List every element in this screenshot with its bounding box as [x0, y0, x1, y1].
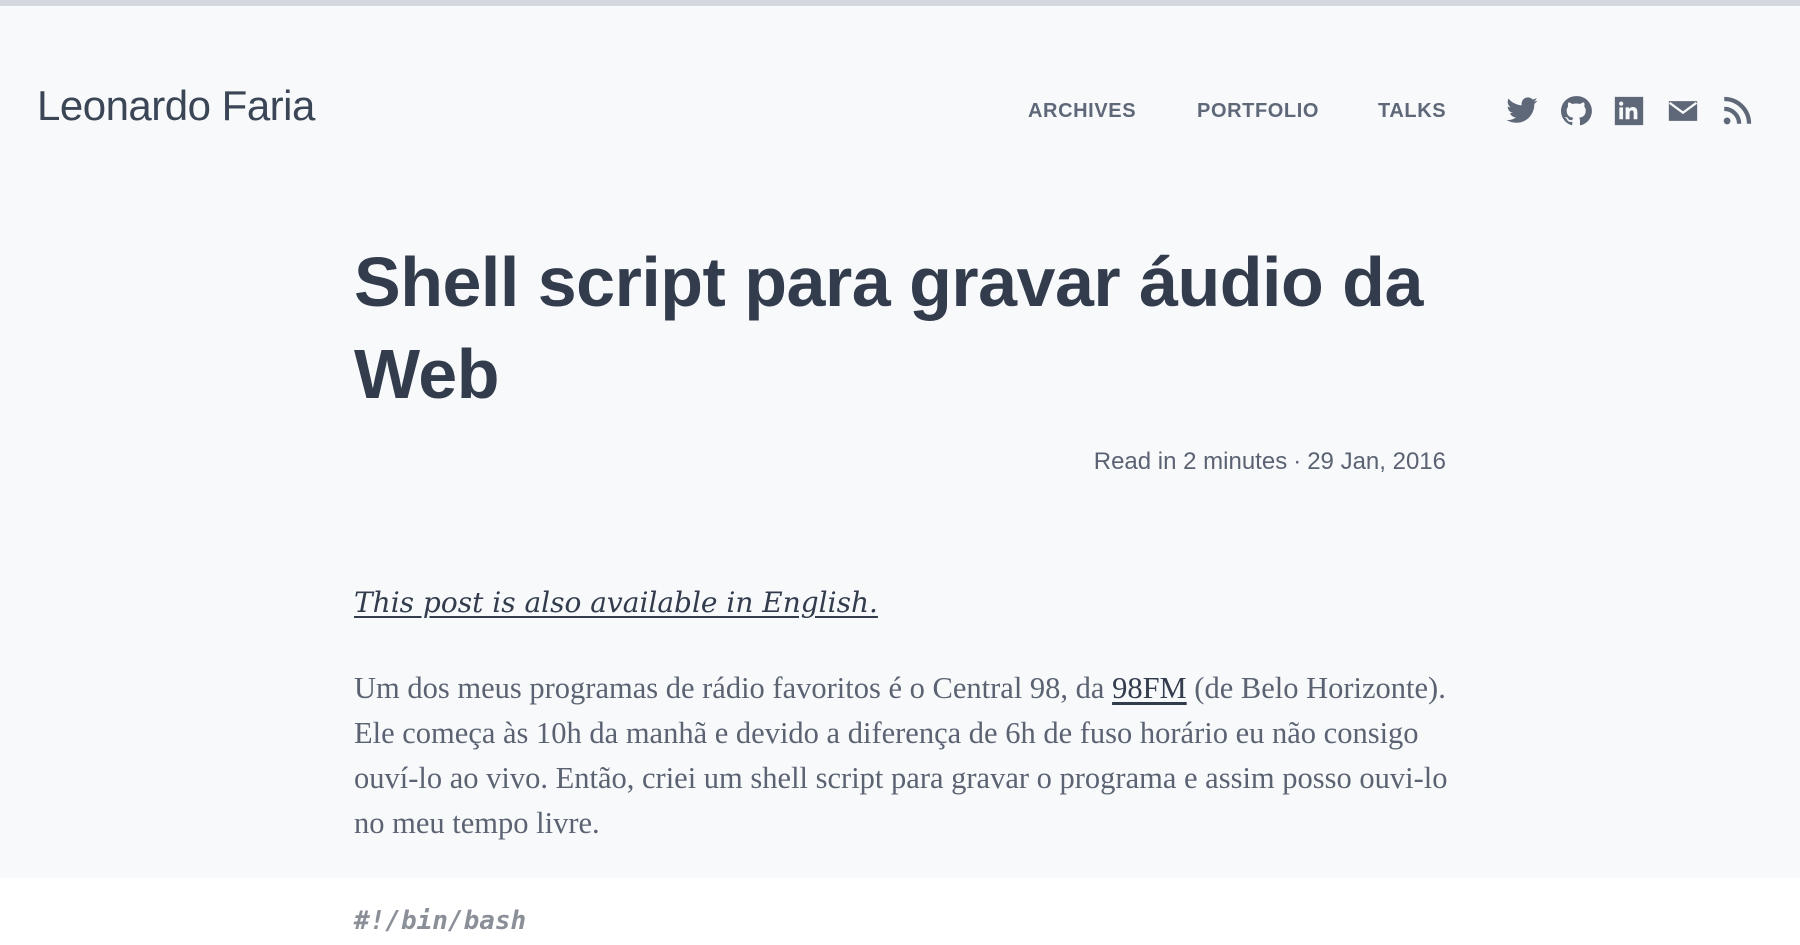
language-note: This post is also available in English.: [354, 586, 1454, 619]
post-meta: Read in 2 minutes · 29 Jan, 2016: [0, 448, 1446, 476]
intro-text-before-link: Um dos meus programas de rádio favoritos…: [354, 671, 1113, 705]
rss-icon[interactable]: [1720, 94, 1754, 128]
meta-separator: ·: [1293, 448, 1302, 475]
nav-talks-link[interactable]: TALKS: [1378, 100, 1446, 123]
site-header: Leonardo Faria ARCHIVES PORTFOLIO TALKS: [0, 6, 1800, 206]
english-version-link[interactable]: This post is also available in English.: [354, 586, 878, 619]
main-nav: ARCHIVES PORTFOLIO TALKS: [0, 94, 1800, 134]
github-icon[interactable]: [1559, 94, 1593, 128]
linkedin-icon[interactable]: [1612, 94, 1646, 128]
code-block: #!/bin/bash: [0, 878, 1800, 945]
nav-archives-link[interactable]: ARCHIVES: [1028, 100, 1136, 123]
intro-paragraph: Um dos meus programas de rádio favoritos…: [354, 666, 1474, 846]
post-date: 29 Jan, 2016: [1307, 448, 1446, 475]
post-title: Shell script para gravar áudio da Web: [354, 243, 1423, 413]
twitter-icon[interactable]: [1505, 94, 1539, 128]
mail-icon[interactable]: [1666, 94, 1700, 128]
98fm-link[interactable]: 98FM: [1112, 671, 1187, 705]
read-time: Read in 2 minutes: [1093, 448, 1288, 475]
nav-portfolio-link[interactable]: PORTFOLIO: [1197, 100, 1319, 123]
code-shebang-line: #!/bin/bash: [354, 906, 527, 936]
